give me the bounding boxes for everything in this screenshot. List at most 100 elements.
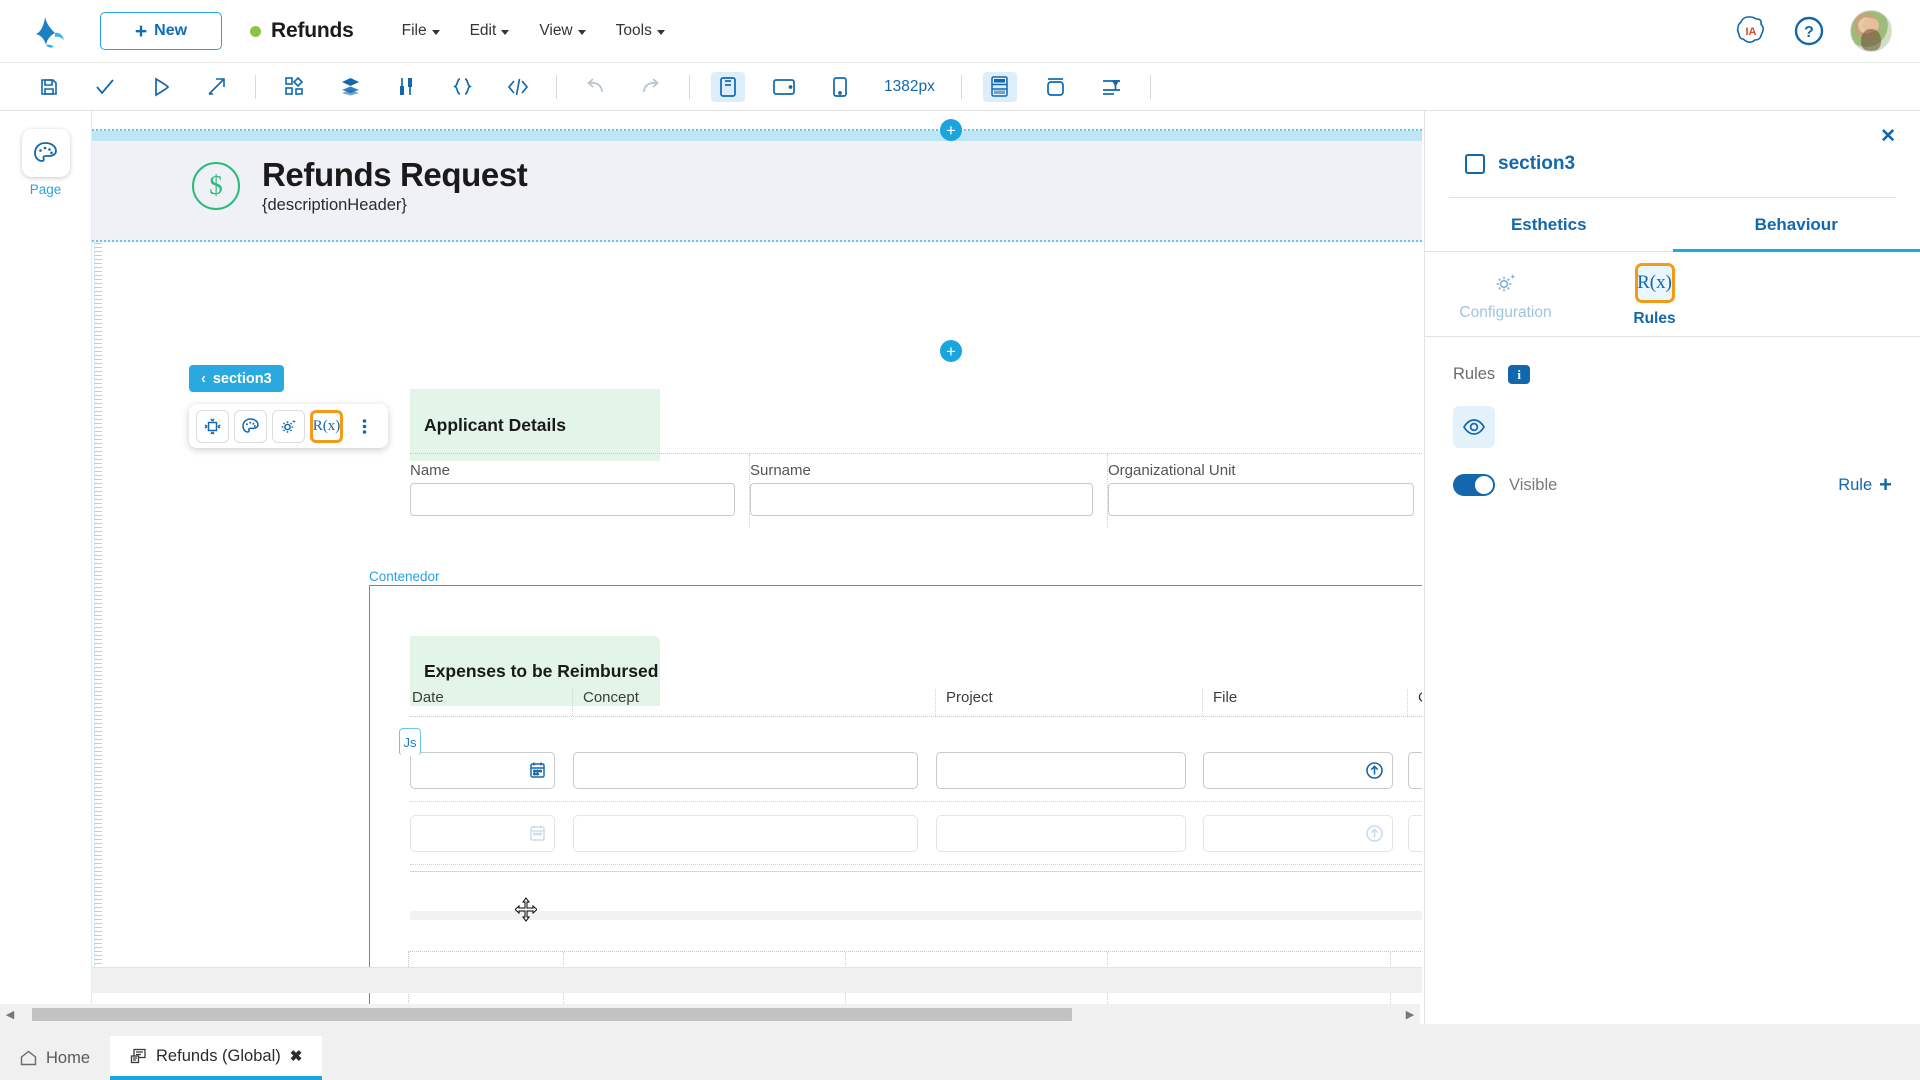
subtab-configuration[interactable]: Configuration [1453,266,1558,328]
applicant-details-card[interactable]: Applicant Details [410,389,660,461]
js-badge[interactable]: Js [399,728,421,756]
menu-bar: File Edit View Tools [402,22,665,40]
tablet-view-icon[interactable] [767,72,801,102]
bottom-tab-home[interactable]: Home [0,1036,110,1080]
subtab-rules[interactable]: R(x) Rules [1602,266,1707,328]
scroll-left-arrow-icon[interactable]: ◀ [0,1008,20,1021]
page-palette-icon[interactable] [22,129,70,177]
tab-behaviour[interactable]: Behaviour [1673,198,1920,252]
info-icon[interactable]: i [1508,365,1530,384]
undo-icon[interactable] [578,72,612,102]
user-avatar[interactable] [1850,10,1892,52]
json-braces-icon[interactable] [445,72,479,102]
file-upload-input[interactable] [1203,752,1393,789]
cell-project[interactable] [936,752,1203,789]
play-run-icon[interactable] [144,72,178,102]
cell-currency[interactable] [1408,815,1422,852]
help-icon[interactable]: ? [1792,14,1826,48]
deploy-export-icon[interactable] [200,72,234,102]
file-upload-input[interactable] [1203,815,1393,852]
editor-toolbar: 1382px [0,63,1920,111]
close-icon[interactable]: ✕ [1880,125,1896,148]
name-input[interactable] [410,483,735,516]
field-surname[interactable]: Surname [750,454,1108,528]
variables-icon[interactable] [389,72,423,102]
toolbar-separator [255,75,256,99]
table-row[interactable] [410,802,1422,865]
cell-project[interactable] [936,815,1203,852]
add-rule-button[interactable]: Rule + [1838,474,1892,496]
ia-icon[interactable]: IA [1734,14,1768,48]
tab-esthetics[interactable]: Esthetics [1425,198,1673,252]
design-canvas[interactable]: $ Refunds Request {descriptionHeader} + … [92,111,1422,1017]
eye-visibility-icon[interactable] [1453,406,1495,448]
add-section-above-handle[interactable]: + [940,119,962,141]
page-rail-label: Page [0,182,91,197]
cell-file[interactable] [1203,815,1408,852]
panel-element-title: section3 [1465,153,1920,175]
redo-icon[interactable] [634,72,668,102]
scroll-right-arrow-icon[interactable]: ▶ [1400,1008,1420,1021]
chevron-down-icon [657,30,665,35]
save-icon[interactable] [32,72,66,102]
element-checkbox[interactable] [1465,154,1485,174]
menu-edit[interactable]: Edit [470,22,510,40]
currency-input[interactable] [1408,752,1422,789]
project-input[interactable] [936,752,1186,789]
mobile-view-icon[interactable] [823,72,857,102]
table-row[interactable] [410,739,1422,802]
new-button-label: New [154,22,187,40]
settings-sparkle-icon [1453,266,1558,300]
cell-date[interactable] [410,815,573,852]
visible-toggle[interactable] [1453,474,1495,496]
menu-view[interactable]: View [539,22,585,40]
palette-icon[interactable] [234,410,267,443]
more-options-icon[interactable] [348,410,381,443]
desktop-view-icon[interactable] [711,72,745,102]
cell-file[interactable] [1203,752,1408,789]
rules-rx-label: R(x) [313,418,341,435]
currency-input[interactable] [1408,815,1422,852]
canvas-horizontal-scrollbar[interactable]: ◀ ▶ [0,1004,1420,1024]
date-input[interactable] [410,815,555,852]
plus-icon: + [1879,474,1892,496]
add-section-below-handle[interactable]: + [940,340,962,362]
organizational-unit-input[interactable] [1108,483,1414,516]
menu-file[interactable]: File [402,22,440,40]
rules-rx-icon[interactable]: R(x) [310,410,343,443]
cell-concept[interactable] [573,752,936,789]
concept-input[interactable] [573,752,918,789]
form-header-section[interactable]: $ Refunds Request {descriptionHeader} [92,129,1422,242]
close-icon[interactable]: ✖ [290,1047,303,1065]
validate-check-icon[interactable] [88,72,122,102]
field-name[interactable]: Name [410,454,750,528]
align-icon[interactable] [1095,72,1129,102]
cell-date[interactable] [410,752,573,789]
move-resize-icon[interactable] [196,410,229,443]
selected-section-badge[interactable]: ‹ section3 [189,365,284,392]
expenses-table-header: Date Concept Project File Currency [410,689,1422,717]
bottom-tab-refunds[interactable]: Refunds (Global) ✖ [110,1036,322,1080]
table-spacer-line [410,871,1422,872]
cell-currency[interactable] [1408,752,1422,789]
cell-concept[interactable] [573,815,936,852]
concept-input[interactable] [573,815,918,852]
new-button[interactable]: + New [100,12,222,50]
viewport-width-label[interactable]: 1382px [884,78,935,96]
layers-stack-icon[interactable] [333,72,367,102]
menu-tools[interactable]: Tools [616,22,665,40]
scrollbar-track[interactable] [20,1008,1400,1021]
toggle-knob [1475,476,1493,494]
project-input[interactable] [936,815,1186,852]
components-grid-icon[interactable] [277,72,311,102]
code-brackets-icon[interactable] [501,72,535,102]
date-input[interactable] [410,752,555,789]
field-organizational-unit[interactable]: Organizational Unit [1108,454,1422,528]
scrollbar-thumb[interactable] [32,1008,1072,1021]
grid-layout-icon[interactable] [983,72,1017,102]
settings-sparkle-icon[interactable] [272,410,305,443]
app-logo-icon[interactable] [30,10,72,52]
surname-input[interactable] [750,483,1093,516]
properties-panel: ✕ section3 Esthetics Behaviour [1424,111,1920,1029]
container-icon[interactable] [1039,72,1073,102]
